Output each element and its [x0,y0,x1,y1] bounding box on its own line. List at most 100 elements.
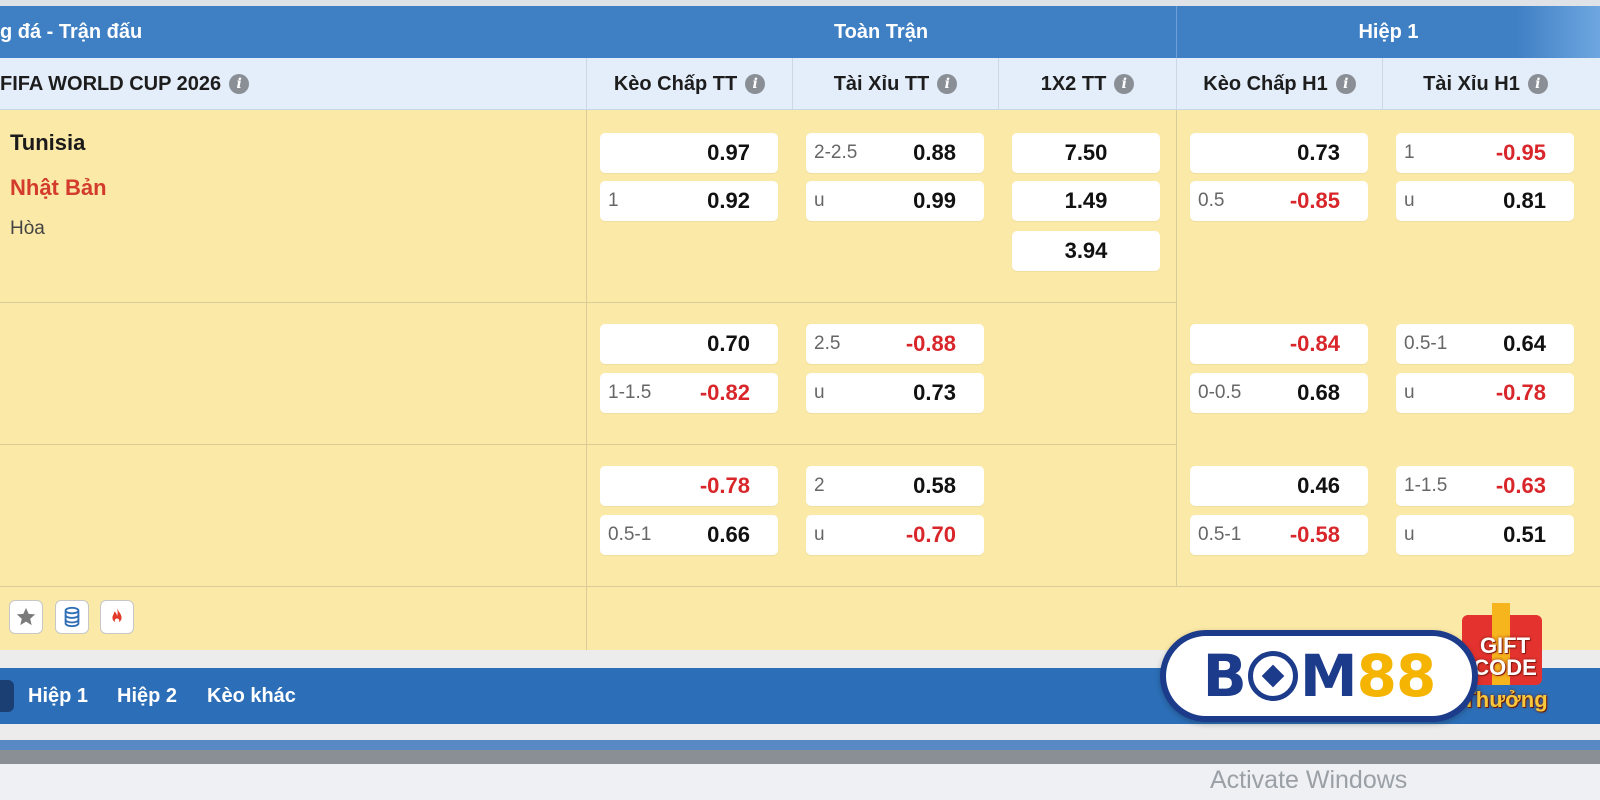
odds-price: 0.70 [707,331,750,356]
odds-price: 0.73 [913,380,956,405]
odds-button[interactable]: 0.97 [600,133,778,173]
odds-line: u [814,382,825,403]
odds-line: 0-0.5 [1198,382,1242,403]
odds-button[interactable]: 0.73 [1190,133,1368,173]
odds-line: 0.5-1 [1404,333,1448,354]
odds-button[interactable]: -0.78 [600,466,778,506]
odds-price: 0.92 [707,188,750,213]
odds-button[interactable]: 0.70 [600,324,778,364]
odds-price: 0.58 [913,473,956,498]
odds-price: 0.99 [913,188,956,213]
column-label: Kèo Chấp TT [613,72,738,95]
odds-button[interactable]: 0.5-1 -0.58 [1190,515,1368,555]
divider [0,444,1176,445]
odds-price: -0.85 [1289,188,1340,213]
odds-line: u [814,524,825,545]
tab-first-half[interactable]: Hiệp 1 [28,668,88,724]
tab-other-markets[interactable]: Kèo khác [207,668,296,724]
odds-price: -0.78 [1495,380,1546,405]
divider-strip [0,750,1600,764]
favorite-button[interactable] [9,600,43,634]
odds-price: -0.88 [905,331,956,356]
odds-line: u [1404,524,1415,545]
odds-table-body: Tunisia Nhật Bản Hòa 0.97 1 0.92 2-2.5 0… [0,110,1600,650]
odds-button[interactable]: u -0.70 [806,515,984,555]
odds-button[interactable]: 0.5-1 0.66 [600,515,778,555]
odds-line: u [1404,190,1415,211]
star-icon [16,607,36,626]
divider-strip [0,740,1600,750]
odds-button[interactable]: 1 -0.95 [1396,133,1574,173]
draw-label: Hòa [10,218,45,239]
active-tab-indicator [0,680,14,712]
odds-price: -0.58 [1289,522,1340,547]
table-header-groups: g đá - Trận đấu Toàn Trận Hiệp 1 [0,6,1600,58]
info-icon[interactable]: i [937,74,958,94]
info-icon[interactable]: i [1114,74,1135,94]
league-header: FIFA WORLD CUP 2026 i [0,58,586,110]
odds-button[interactable]: 2 0.58 [806,466,984,506]
divider [0,586,1600,587]
odds-button[interactable]: u 0.51 [1396,515,1574,555]
column-handicap-ft: Kèo Chấp TT i [586,58,792,110]
odds-line: 0.5-1 [1198,524,1242,545]
statistics-button[interactable] [55,600,89,634]
away-team-name[interactable]: Nhật Bản [10,175,107,201]
info-icon[interactable]: i [1335,74,1356,94]
info-icon[interactable]: i [745,74,766,94]
column-1x2-ft: 1X2 TT i [998,58,1176,110]
column-label: Kèo Chấp H1 [1203,72,1328,95]
odds-button[interactable]: 2-2.5 0.88 [806,133,984,173]
odds-price: 3.94 [1064,238,1108,263]
odds-price: 0.68 [1297,380,1340,405]
odds-button[interactable]: 0.46 [1190,466,1368,506]
odds-price: 0.88 [913,140,956,165]
odds-button[interactable]: 1-1.5 -0.82 [600,373,778,413]
odds-price: -0.63 [1495,473,1546,498]
odds-button[interactable]: 0.5 -0.85 [1190,181,1368,221]
odds-button-1x2-away[interactable]: 1.49 [1012,181,1160,221]
odds-price: 0.73 [1297,140,1340,165]
bom88-logo[interactable]: B M88 [1160,630,1478,722]
odds-line: 1-1.5 [608,382,652,403]
odds-price: -0.70 [905,522,956,547]
odds-button[interactable]: u 0.81 [1396,181,1574,221]
sport-title: g đá - Trận đấu [0,21,143,43]
column-handicap-h1: Kèo Chấp H1 i [1176,58,1382,110]
divider [1176,110,1177,586]
odds-price: 0.97 [707,140,750,165]
odds-price: 0.46 [1297,473,1340,498]
odds-price: -0.78 [699,473,750,498]
odds-line: 0.5 [1198,190,1225,211]
column-label: Tài Xỉu TT [833,72,930,95]
odds-button[interactable]: 0.5-1 0.64 [1396,324,1574,364]
divider [586,110,587,650]
table-column-headers: FIFA WORLD CUP 2026 i Kèo Chấp TT i Tài … [0,58,1600,110]
odds-line: 1-1.5 [1404,475,1448,496]
info-icon[interactable]: i [1527,74,1548,94]
odds-button[interactable]: 1-1.5 -0.63 [1396,466,1574,506]
odds-line: 2 [814,475,825,496]
odds-button[interactable]: 2.5 -0.88 [806,324,984,364]
odds-line: u [814,190,825,211]
info-icon[interactable]: i [229,74,250,94]
odds-button[interactable]: 1 0.92 [600,181,778,221]
odds-button[interactable]: u -0.78 [1396,373,1574,413]
odds-price: -0.84 [1289,331,1340,356]
odds-line: u [1404,382,1415,403]
home-team-name[interactable]: Tunisia [10,130,85,156]
odds-button[interactable]: u 0.73 [806,373,984,413]
odds-button[interactable]: -0.84 [1190,324,1368,364]
odds-price: 0.51 [1503,522,1546,547]
column-over-under-ft: Tài Xỉu TT i [792,58,998,110]
tab-second-half[interactable]: Hiệp 2 [117,668,177,724]
odds-price: 0.64 [1503,331,1546,356]
odds-button[interactable]: 0-0.5 0.68 [1190,373,1368,413]
hot-button[interactable] [100,600,134,634]
first-half-group-title: Hiệp 1 [1176,6,1600,58]
odds-button-1x2-draw[interactable]: 3.94 [1012,231,1160,271]
odds-button[interactable]: u 0.99 [806,181,984,221]
odds-line: 2.5 [814,333,841,354]
odds-button-1x2-home[interactable]: 7.50 [1012,133,1160,173]
fire-icon [112,607,122,623]
